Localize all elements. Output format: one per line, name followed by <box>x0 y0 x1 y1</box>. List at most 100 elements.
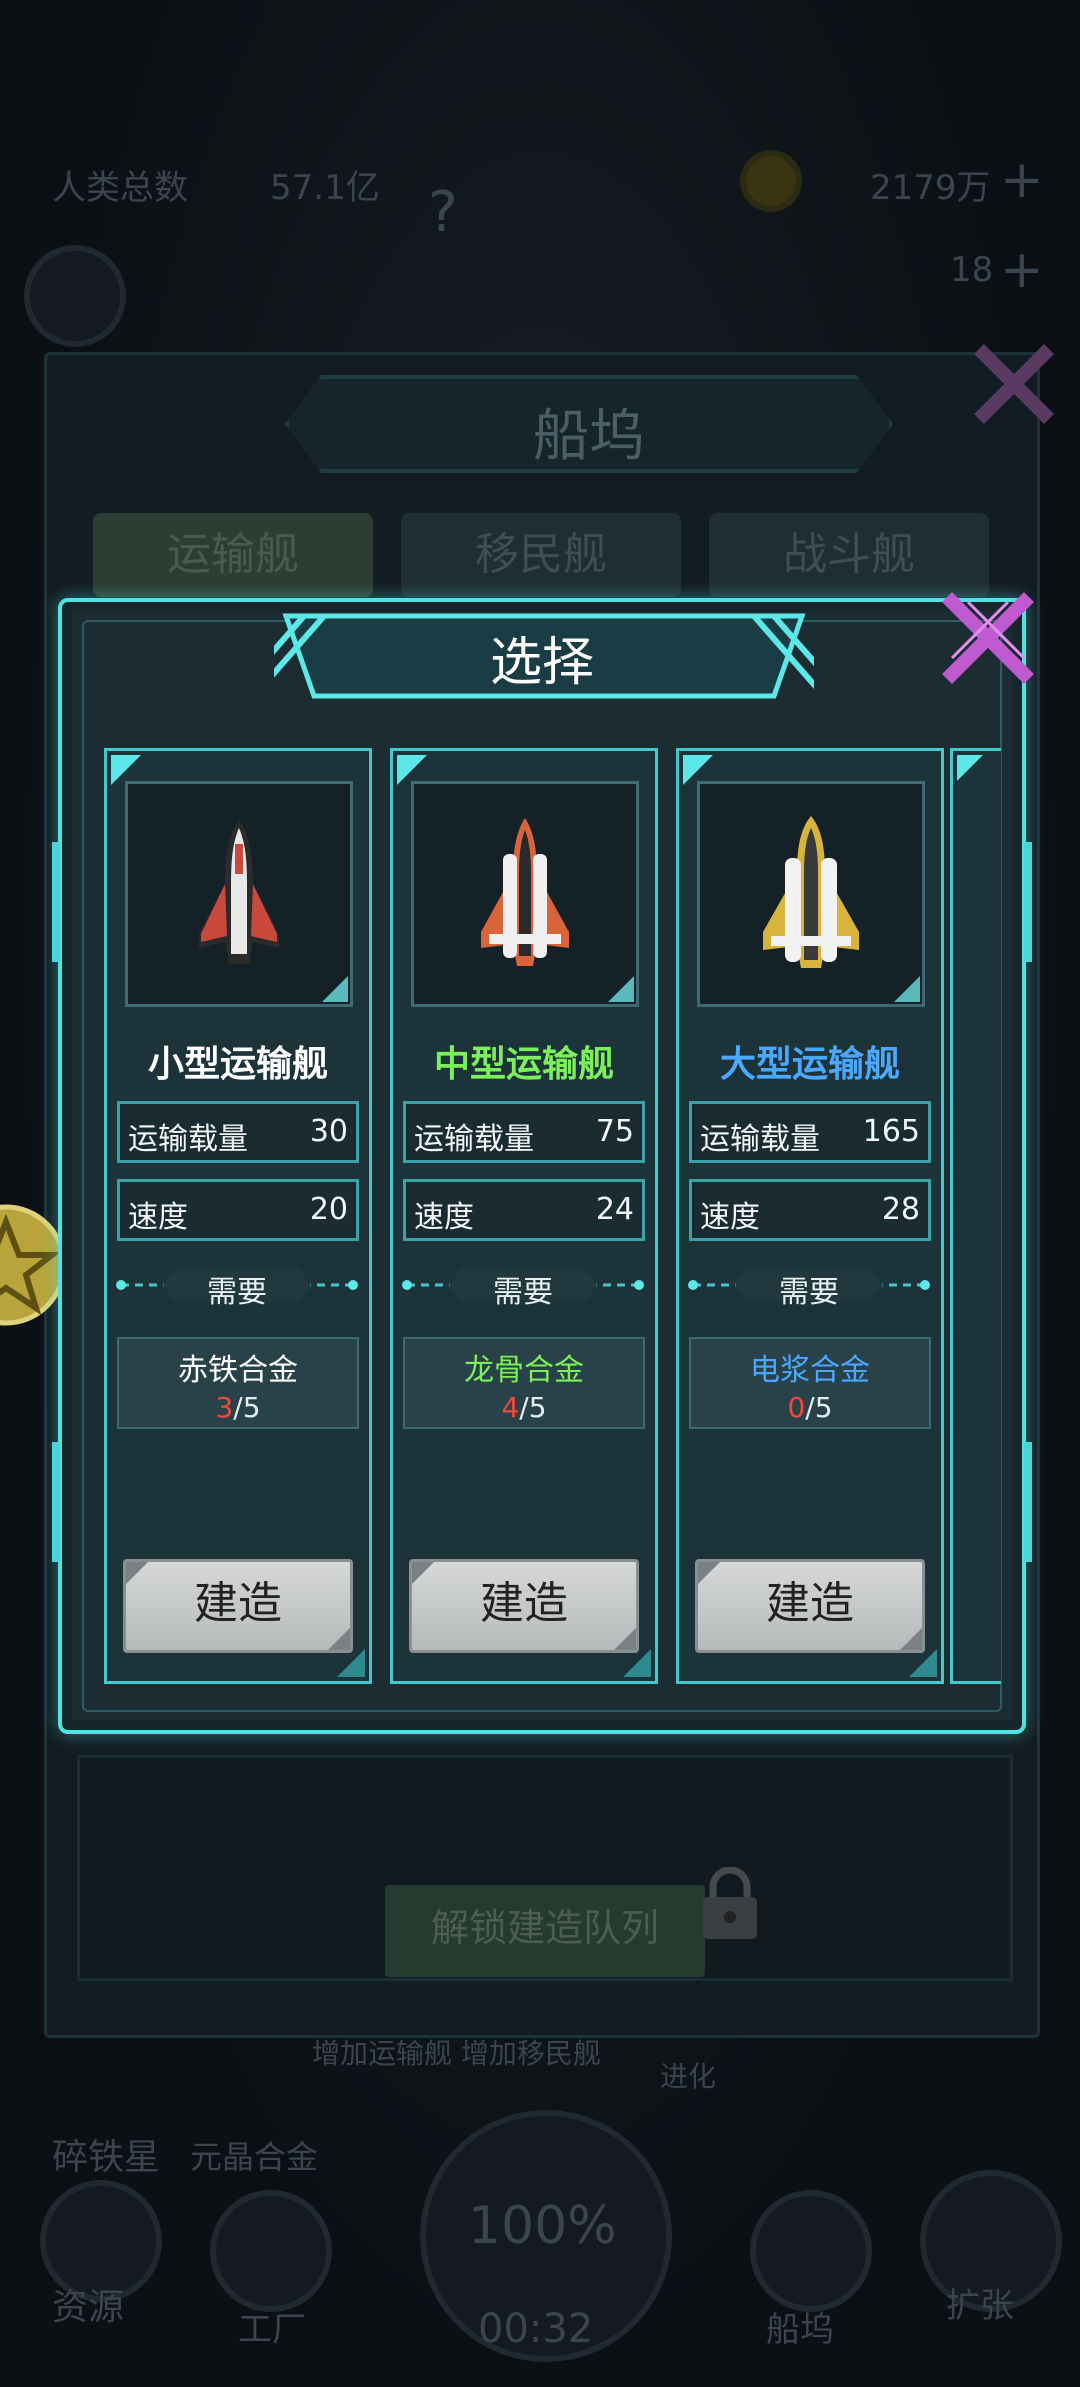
material-need: /5 <box>233 1391 261 1424</box>
gold-coin-icon <box>740 150 802 212</box>
ship-thumbnail <box>697 781 925 1007</box>
evolve-label: 进化 <box>660 2060 717 2093</box>
material-need: /5 <box>805 1391 833 1424</box>
modal-close-icon[interactable] <box>938 588 1038 688</box>
ship-name: 大型运输舰 <box>719 1044 900 1085</box>
lock-icon <box>703 1867 757 1939</box>
gold-value: 2179万 <box>870 168 991 208</box>
requirement-header: 需要 <box>687 1265 931 1310</box>
ship-thumbnail <box>125 781 353 1007</box>
tab-transport[interactable]: 运输舰 <box>93 513 373 597</box>
shipyard-title-frame: 船坞 <box>285 375 893 473</box>
material-box: 赤铁合金 3/5 <box>117 1337 359 1429</box>
modal-title: 选择 <box>489 633 594 693</box>
requirement-label: 需要 <box>207 1275 267 1310</box>
cargo-label: 运输载量 <box>414 1122 534 1157</box>
alloy-label: 元晶合金 <box>190 2138 319 2176</box>
ship-name: 中型运输舰 <box>433 1044 614 1085</box>
ship-card-medium[interactable]: 中型运输舰 运输载量 75 速度 24 需要 龙骨合金 4/5 建造 <box>390 748 658 1684</box>
tab-resource-label: 资源 <box>52 2287 125 2328</box>
cargo-stat: 运输载量 165 <box>689 1101 931 1163</box>
requirement-label: 需要 <box>779 1275 839 1310</box>
material-count: 3/5 <box>119 1391 357 1424</box>
material-count: 0/5 <box>691 1391 929 1424</box>
cargo-value: 165 <box>862 1114 920 1149</box>
tab-battle[interactable]: 战斗舰 <box>709 513 989 597</box>
bottom-hint: 增加运输舰 增加移民舰 <box>312 2037 601 2070</box>
add-gold-button[interactable]: + <box>1000 150 1044 210</box>
build-label: 建造 <box>480 1578 568 1629</box>
tab-shipyard-label: 船坞 <box>766 2310 834 2350</box>
tab-factory-label: 工厂 <box>238 2310 306 2350</box>
card-corner-br <box>623 1649 651 1677</box>
material-box: 电浆合金 0/5 <box>689 1337 931 1429</box>
planet-icon[interactable] <box>24 245 126 347</box>
material-count: 4/5 <box>405 1391 643 1424</box>
population-value: 57.1亿 <box>270 168 380 208</box>
unlock-queue-label: 解锁建造队列 <box>430 1906 659 1950</box>
material-need: /5 <box>519 1391 547 1424</box>
progress-percent: 100% <box>468 2196 617 2256</box>
speed-value: 20 <box>309 1192 348 1227</box>
build-button[interactable]: 建造 <box>123 1559 353 1653</box>
shipyard-title: 船坞 <box>533 404 645 469</box>
card-corner-br <box>337 1649 365 1677</box>
ship-name: 小型运输舰 <box>147 1044 328 1085</box>
shipyard-icon[interactable] <box>750 2190 872 2312</box>
ship-card-small[interactable]: 小型运输舰 运输载量 30 速度 20 需要 赤铁合金 3/5 建造 <box>104 748 372 1684</box>
people-value: 18 <box>950 250 994 290</box>
tab-colony[interactable]: 移民舰 <box>401 513 681 597</box>
thumb-corner <box>894 976 920 1002</box>
build-label: 建造 <box>194 1578 282 1629</box>
tab-expand-label: 扩张 <box>946 2286 1014 2326</box>
build-button[interactable]: 建造 <box>695 1559 925 1653</box>
material-name: 龙骨合金 <box>464 1353 584 1388</box>
ship-thumbnail <box>411 781 639 1007</box>
unlock-queue-button[interactable]: 解锁建造队列 <box>385 1885 705 1977</box>
cargo-label: 运输载量 <box>700 1122 820 1157</box>
build-button[interactable]: 建造 <box>409 1559 639 1653</box>
ship-card-partial[interactable] <box>950 748 1001 1684</box>
speed-stat: 速度 28 <box>689 1179 931 1241</box>
speed-value: 28 <box>881 1192 920 1227</box>
material-name: 赤铁合金 <box>178 1353 298 1388</box>
thumb-corner <box>322 976 348 1002</box>
speed-label: 速度 <box>128 1200 188 1235</box>
left-glow-strip <box>52 842 60 962</box>
material-have: 3 <box>215 1391 234 1424</box>
add-people-button[interactable]: + <box>1000 240 1044 300</box>
card-corner-br <box>909 1649 937 1677</box>
requirement-header: 需要 <box>115 1265 359 1310</box>
cargo-value: 75 <box>595 1114 634 1149</box>
medium-transport-ship-icon <box>481 818 569 966</box>
requirement-label: 需要 <box>493 1275 553 1310</box>
material-name: 电浆合金 <box>750 1353 870 1388</box>
ship-card-large[interactable]: 大型运输舰 运输载量 165 速度 28 需要 电浆合金 0/5 建造 <box>676 748 944 1684</box>
factory-icon[interactable] <box>210 2190 332 2312</box>
speed-stat: 速度 20 <box>117 1179 359 1241</box>
shipyard-close-icon[interactable] <box>969 339 1059 429</box>
left-glow-strip-bottom <box>52 1442 60 1562</box>
right-glow-strip <box>1024 842 1032 962</box>
material-box: 龙骨合金 4/5 <box>403 1337 645 1429</box>
small-transport-ship-icon <box>199 820 279 964</box>
large-transport-ship-icon <box>763 816 859 968</box>
planet-name: 碎铁星 <box>52 2137 161 2178</box>
speed-stat: 速度 24 <box>403 1179 645 1241</box>
star-coin-icon <box>0 1204 66 1326</box>
select-ship-modal: 选择 小型运输舰 运输载量 30 速度 20 需要 赤铁合金 3/5 建造 中型… <box>52 592 1034 1734</box>
speed-label: 速度 <box>414 1200 474 1235</box>
population-label: 人类总数 <box>52 168 188 208</box>
help-icon[interactable]: ? <box>428 180 458 245</box>
build-label: 建造 <box>766 1578 854 1629</box>
cargo-value: 30 <box>309 1114 348 1149</box>
timer: 00:32 <box>478 2306 594 2352</box>
speed-value: 24 <box>595 1192 634 1227</box>
cargo-stat: 运输载量 30 <box>117 1101 359 1163</box>
card-corner-tl <box>957 755 983 781</box>
thumb-corner <box>608 976 634 1002</box>
right-glow-strip-bottom <box>1024 1442 1032 1562</box>
speed-label: 速度 <box>700 1200 760 1235</box>
material-have: 0 <box>787 1391 806 1424</box>
material-have: 4 <box>501 1391 520 1424</box>
